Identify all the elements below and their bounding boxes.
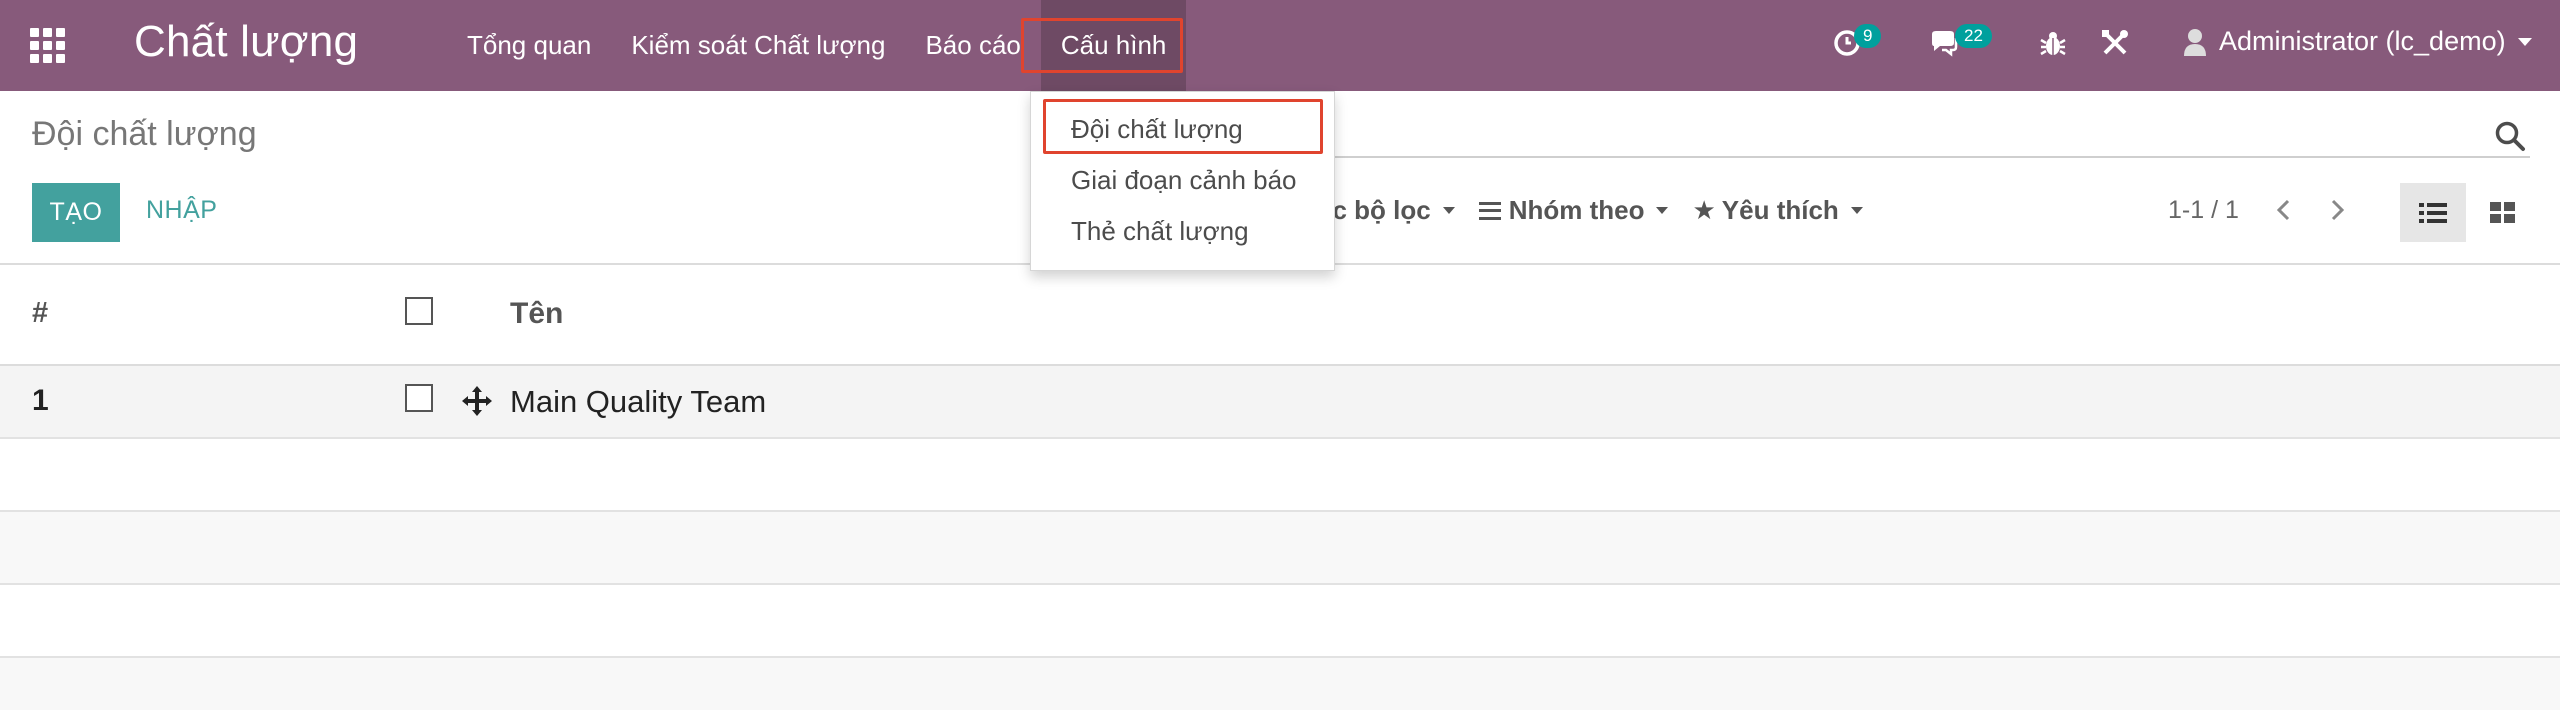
pager-previous-icon[interactable] (2272, 198, 2296, 222)
search-icon[interactable] (2494, 120, 2528, 154)
star-icon: ★ (1692, 195, 1716, 225)
dropdown-item-quality-teams[interactable]: Đội chất lượng (1071, 114, 1243, 145)
favorites-label: Yêu thích (1721, 195, 1839, 225)
user-name: Administrator (lc_demo) (2219, 26, 2506, 56)
app-title: Chất lượng (134, 17, 359, 66)
bug-icon[interactable] (2038, 28, 2072, 62)
row-checkbox[interactable] (405, 384, 433, 412)
configuration-dropdown: Đội chất lượng Giai đoạn cảnh báo Thẻ ch… (1030, 91, 1335, 271)
top-navbar: Chất lượng Tổng quan Kiểm soát Chất lượn… (0, 0, 2560, 91)
activity-badge: 9 (1854, 24, 1882, 48)
main-menu: Tổng quan Kiểm soát Chất lượng Báo cáo C… (447, 0, 1187, 91)
empty-row (0, 585, 2560, 658)
menu-configuration[interactable]: Cấu hình (1040, 0, 1187, 91)
search-underline (1190, 156, 2530, 158)
empty-row (0, 439, 2560, 512)
drag-handle-icon[interactable] (460, 384, 494, 418)
messages-badge: 22 (1955, 24, 1992, 48)
chevron-down-icon (1656, 207, 1669, 214)
header-name[interactable]: Tên (510, 297, 563, 331)
favorites-button[interactable]: ★ Yêu thích (1692, 195, 1863, 226)
kanban-view-icon (2490, 201, 2515, 223)
menu-overview[interactable]: Tổng quan (447, 0, 611, 91)
dropdown-item-alert-stages[interactable]: Giai đoạn cảnh báo (1071, 165, 1297, 196)
header-sequence: # (32, 297, 49, 329)
table-row[interactable]: 1 Main Quality Team (0, 366, 2560, 439)
pager-value[interactable]: 1-1 / 1 (2168, 196, 2239, 225)
create-button[interactable]: TẠO (32, 183, 120, 242)
dropdown-item-quality-tags[interactable]: Thẻ chất lượng (1071, 216, 1249, 247)
select-all-checkbox[interactable] (405, 297, 433, 325)
empty-row (0, 512, 2560, 585)
list-view-icon (2419, 202, 2447, 223)
import-button[interactable]: NHẬP (146, 196, 217, 225)
chevron-down-icon (1442, 207, 1455, 214)
menu-quality-control[interactable]: Kiểm soát Chất lượng (611, 0, 905, 91)
filters-button[interactable]: ác bộ lọc (1318, 195, 1455, 226)
menu-reporting[interactable]: Báo cáo (905, 0, 1040, 91)
kanban-view-button[interactable] (2478, 183, 2528, 242)
list-bars-icon (1478, 201, 1501, 220)
table-header: # Tên (0, 265, 2560, 366)
groupby-label: Nhóm theo (1508, 195, 1645, 225)
tools-icon[interactable] (2100, 28, 2134, 62)
pager-next-icon[interactable] (2325, 198, 2349, 222)
row-name: Main Quality Team (510, 384, 767, 419)
apps-grid-icon[interactable] (30, 28, 66, 64)
row-sequence: 1 (32, 384, 49, 417)
breadcrumb: Đội chất lượng (32, 115, 257, 153)
user-avatar-icon (2183, 27, 2207, 57)
chevron-down-icon (2517, 37, 2532, 46)
list-view-button[interactable] (2400, 183, 2466, 242)
groupby-button[interactable]: Nhóm theo (1478, 195, 1669, 226)
user-menu[interactable]: Administrator (lc_demo) (2183, 26, 2532, 57)
chevron-down-icon (1850, 207, 1863, 214)
search-options: ác bộ lọc Nhóm theo ★ Yêu thích (1318, 195, 1887, 226)
empty-row (0, 658, 2560, 710)
search-input[interactable] (1290, 114, 2470, 154)
